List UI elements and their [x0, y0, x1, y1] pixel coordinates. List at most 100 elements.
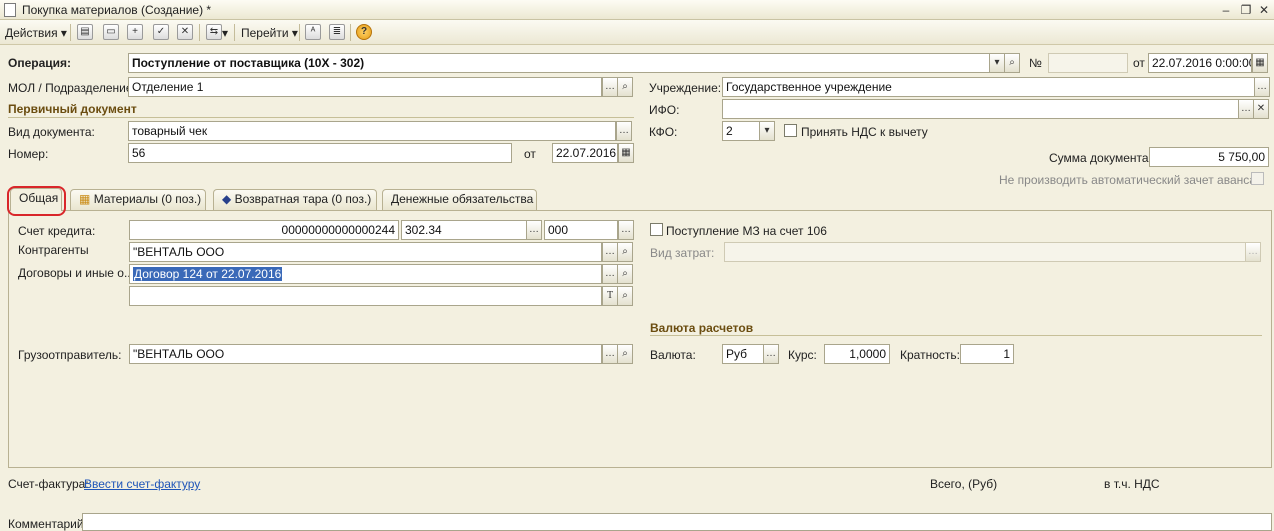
vat-deduct-label: Принять НДС к вычету: [801, 125, 928, 139]
goto-menu[interactable]: Перейти ▾: [241, 26, 298, 40]
add-icon[interactable]: +: [127, 24, 143, 40]
post-icon[interactable]: ✓: [153, 24, 169, 40]
kfo-label: КФО:: [649, 125, 678, 139]
currency-select-icon[interactable]: …: [763, 344, 779, 364]
toolbar-separator: [350, 24, 351, 41]
contract-selected-text: Договор 124 от 22.07.2016: [133, 267, 283, 281]
contracts-label: Договоры и иные о...: [18, 266, 134, 280]
vat-deduct-checkbox[interactable]: [784, 124, 797, 137]
kfo-field[interactable]: 2: [722, 121, 760, 141]
doc-date-field[interactable]: 22.07.2016: [552, 143, 618, 163]
mol-select-icon[interactable]: …: [602, 77, 618, 97]
contract-field[interactable]: Договор 124 от 22.07.2016: [129, 264, 602, 284]
total-label: Всего, (Руб): [930, 477, 998, 491]
contract-extra-field[interactable]: [129, 286, 602, 306]
doc-type-select-icon[interactable]: …: [616, 121, 632, 141]
multiplicity-field[interactable]: 1: [960, 344, 1014, 364]
ifo-select-icon[interactable]: …: [1238, 99, 1254, 119]
shipper-field[interactable]: "ВЕНТАЛЬ ООО: [129, 344, 602, 364]
ifo-clear-icon[interactable]: ✕: [1253, 99, 1269, 119]
tab-materials-label: Материалы (0 поз.): [93, 192, 202, 206]
restore-icon[interactable]: ❐: [1238, 2, 1254, 18]
mol-field[interactable]: Отделение 1: [128, 77, 602, 97]
contract-select-icon[interactable]: …: [602, 264, 618, 284]
ifo-label: ИФО:: [649, 103, 680, 117]
no-auto-offset-checkbox[interactable]: [1251, 172, 1264, 185]
contractor-select-icon[interactable]: …: [602, 242, 618, 262]
doc-date-label: от: [524, 147, 536, 161]
doc-type-field[interactable]: товарный чек: [128, 121, 616, 141]
institution-field[interactable]: Государственное учреждение: [722, 77, 1255, 97]
currency-label: Валюта:: [650, 348, 696, 362]
toolbar-separator: [234, 24, 235, 41]
kfo-dropdown-icon[interactable]: ▾: [759, 121, 775, 141]
operation-label: Операция:: [8, 56, 72, 70]
copy-icon[interactable]: ▭: [103, 24, 119, 40]
cost-type-field[interactable]: [724, 242, 1246, 262]
toolbar: Действия ▾ ▤ ▭ + ✓ ✕ ⇆ ▾ Перейти ▾ ᴬ ≣ ?: [0, 20, 1274, 45]
invoice-link[interactable]: Ввести счет-фактуру: [84, 477, 200, 491]
kosgu-select-icon[interactable]: …: [618, 220, 634, 240]
minimize-icon[interactable]: –: [1218, 2, 1234, 18]
toolbar-separator: [70, 24, 71, 41]
credit-account-number-field[interactable]: 302.34: [401, 220, 527, 240]
ifo-field[interactable]: [722, 99, 1239, 119]
operation-dropdown-icon[interactable]: ▾: [989, 53, 1005, 73]
toolbar-separator: [299, 24, 300, 41]
journal-icon[interactable]: ≣: [329, 24, 345, 40]
text-type-icon[interactable]: T: [602, 286, 618, 306]
section-divider: [8, 117, 634, 118]
shipper-select-icon[interactable]: …: [602, 344, 618, 364]
primary-doc-section-title: Первичный документ: [8, 102, 137, 116]
contractor-search-icon[interactable]: ⌕: [617, 242, 633, 262]
mz-106-label: Поступление МЗ на счет 106: [666, 224, 827, 238]
close-icon[interactable]: ✕: [1256, 2, 1272, 18]
operation-field[interactable]: Поступление от поставщика (10Х - 302): [128, 53, 990, 73]
structure-icon[interactable]: ⇆: [206, 24, 222, 40]
doc-number-field[interactable]: 56: [128, 143, 512, 163]
operation-search-icon[interactable]: ⌕: [1004, 53, 1020, 73]
shipper-label: Грузоотправитель:: [18, 348, 122, 362]
contract-search-icon[interactable]: ⌕: [617, 264, 633, 284]
doc-sum-field[interactable]: 5 750,00: [1149, 147, 1269, 167]
tab-returnable-tare-label: Возвратная тара (0 поз.): [234, 192, 372, 206]
contract-extra-search-icon[interactable]: ⌕: [617, 286, 633, 306]
document-icon: [4, 3, 16, 17]
rate-label: Курс:: [788, 348, 817, 362]
currency-field[interactable]: Руб: [722, 344, 764, 364]
delete-icon[interactable]: ✕: [177, 24, 193, 40]
vat-label: в т.ч. НДС: [1104, 477, 1160, 491]
doc-date-calendar-icon[interactable]: ▦: [618, 143, 634, 163]
dropdown-arrow-icon: ▾: [291, 26, 298, 40]
tab-returnable-tare[interactable]: ◆ Возвратная тара (0 поз.): [213, 189, 377, 210]
dt-kt-icon[interactable]: ᴬ: [305, 24, 321, 40]
tab-materials[interactable]: ▦ Материалы (0 поз.): [70, 189, 206, 210]
toolbar-separator: [199, 24, 200, 41]
credit-account-label: Счет кредита:: [18, 224, 96, 238]
actions-menu[interactable]: Действия ▾: [5, 26, 67, 40]
credit-account-select-icon[interactable]: …: [526, 220, 542, 240]
credit-account-kosgu-field[interactable]: 000: [544, 220, 618, 240]
window-title: Покупка материалов (Создание) *: [22, 3, 212, 17]
new-icon[interactable]: ▤: [77, 24, 93, 40]
tab-money-obligations[interactable]: Денежные обязательства: [382, 189, 537, 210]
date-field[interactable]: 22.07.2016 0:00:00: [1148, 53, 1252, 73]
shipper-search-icon[interactable]: ⌕: [617, 344, 633, 364]
doc-sum-label: Сумма документа:: [1049, 151, 1152, 165]
contractor-field[interactable]: "ВЕНТАЛЬ ООО: [129, 242, 602, 262]
no-auto-offset-label: Не производить автоматический зачет аван…: [999, 173, 1256, 187]
number-field[interactable]: [1048, 53, 1128, 73]
mz-106-checkbox[interactable]: [650, 223, 663, 236]
calendar-icon[interactable]: ▦: [1252, 53, 1268, 73]
section-divider: [650, 335, 1262, 336]
credit-account-code-field[interactable]: 00000000000000244: [129, 220, 399, 240]
invoice-label: Счет-фактура:: [8, 477, 89, 491]
cost-type-select-icon[interactable]: …: [1245, 242, 1261, 262]
institution-select-icon[interactable]: …: [1254, 77, 1270, 97]
mol-search-icon[interactable]: ⌕: [617, 77, 633, 97]
rate-field[interactable]: 1,0000: [824, 344, 890, 364]
comment-field[interactable]: [82, 513, 1272, 531]
structure-dropdown-icon[interactable]: ▾: [222, 26, 228, 40]
goto-menu-label: Перейти: [241, 26, 289, 40]
help-icon[interactable]: ?: [356, 24, 372, 40]
